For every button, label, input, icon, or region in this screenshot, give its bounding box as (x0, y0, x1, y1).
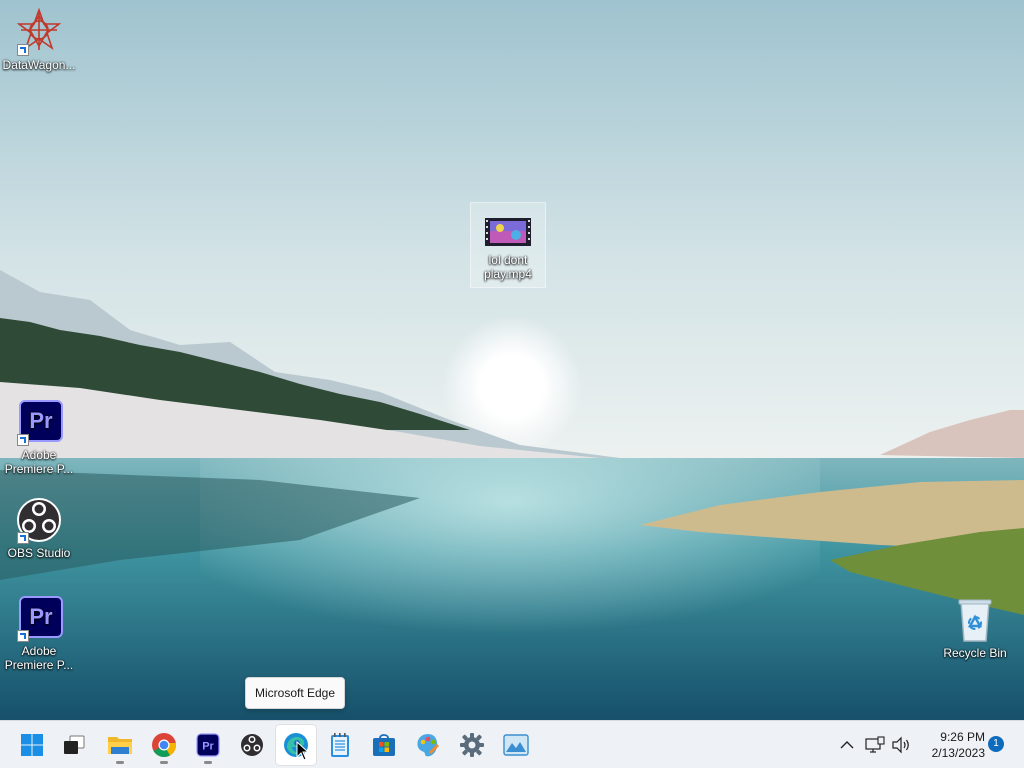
desktop-icon-datawagon[interactable]: DataWagon... (1, 7, 77, 72)
running-indicator (116, 761, 124, 764)
desktop-icon-recycle-bin[interactable]: Recycle Bin (937, 596, 1013, 660)
paint-palette-icon (417, 734, 439, 757)
svg-text:Pr: Pr (202, 741, 214, 753)
premiere-pro-icon: Pr (196, 733, 220, 757)
desktop-icon-obs-studio[interactable]: OBS Studio (1, 496, 77, 560)
taskbar-chrome[interactable] (144, 725, 184, 765)
desktop-icon-video-file[interactable]: lol dont play.mp4 (470, 202, 546, 288)
taskbar-settings[interactable] (452, 725, 492, 765)
shortcut-arrow-icon (17, 630, 29, 642)
desktop-icon-premiere-2[interactable]: Pr Adobe Premiere P... (1, 594, 77, 672)
clock-time: 9:26 PM (940, 730, 985, 744)
obs-studio-icon (15, 496, 63, 544)
desktop-icon-label: Recycle Bin (943, 646, 1007, 660)
desktop-icon-label: Adobe Premiere P... (4, 644, 74, 672)
desktop-icon-premiere-1[interactable]: Pr Adobe Premiere P... (1, 398, 77, 476)
video-file-icon (484, 217, 532, 247)
taskbar-microsoft-store[interactable] (364, 725, 404, 765)
speaker-volume-icon (892, 736, 909, 754)
chrome-icon (152, 733, 177, 758)
network-icon (865, 736, 885, 753)
taskbar-obs-studio[interactable] (232, 725, 272, 765)
clock-button[interactable]: 9:26 PM 2/13/2023 (915, 729, 985, 761)
taskbar-notepad[interactable] (320, 725, 360, 765)
shortcut-arrow-icon (17, 44, 29, 56)
start-button[interactable] (12, 725, 52, 765)
windows-start-icon (21, 734, 43, 756)
mouse-cursor-icon (296, 741, 310, 761)
datawagon-star-icon (15, 7, 63, 56)
volume-button[interactable] (890, 721, 912, 769)
taskbar-tooltip: Microsoft Edge (245, 677, 346, 709)
file-explorer-icon (108, 737, 132, 754)
task-view-button[interactable] (54, 725, 94, 765)
running-indicator (160, 761, 168, 764)
show-hidden-icons-button[interactable] (836, 721, 858, 769)
shortcut-arrow-icon (17, 532, 29, 544)
premiere-pro-icon: Pr (15, 398, 63, 446)
taskbar: Pr 9:26 PM 2/13/2023 (0, 720, 1024, 768)
network-status-button[interactable] (864, 721, 886, 769)
desktop-icon-label: DataWagon... (2, 58, 76, 72)
premiere-pro-icon: Pr (15, 594, 63, 642)
taskbar-photos[interactable] (496, 725, 536, 765)
running-indicator (204, 761, 212, 764)
task-view-icon (64, 735, 85, 754)
settings-gear-icon (460, 733, 484, 757)
chevron-up-icon (840, 741, 854, 749)
desktop-icon-label: OBS Studio (7, 546, 71, 560)
store-icon (373, 734, 395, 756)
notification-badge[interactable]: 1 (988, 736, 1004, 752)
taskbar-premiere-pro[interactable]: Pr (188, 725, 228, 765)
desktop-icon-label: lol dont play.mp4 (484, 253, 532, 281)
taskbar-edge[interactable] (276, 725, 316, 765)
taskbar-paint[interactable] (408, 725, 448, 765)
desktop-icon-label: Adobe Premiere P... (4, 448, 74, 476)
photos-icon (503, 734, 529, 756)
taskbar-file-explorer[interactable] (100, 725, 140, 765)
recycle-bin-icon (951, 596, 999, 644)
clock-date: 2/13/2023 (931, 746, 985, 760)
notepad-icon (331, 733, 349, 757)
desktop-wallpaper (0, 0, 1024, 720)
shortcut-arrow-icon (17, 434, 29, 446)
obs-studio-icon (241, 734, 263, 756)
